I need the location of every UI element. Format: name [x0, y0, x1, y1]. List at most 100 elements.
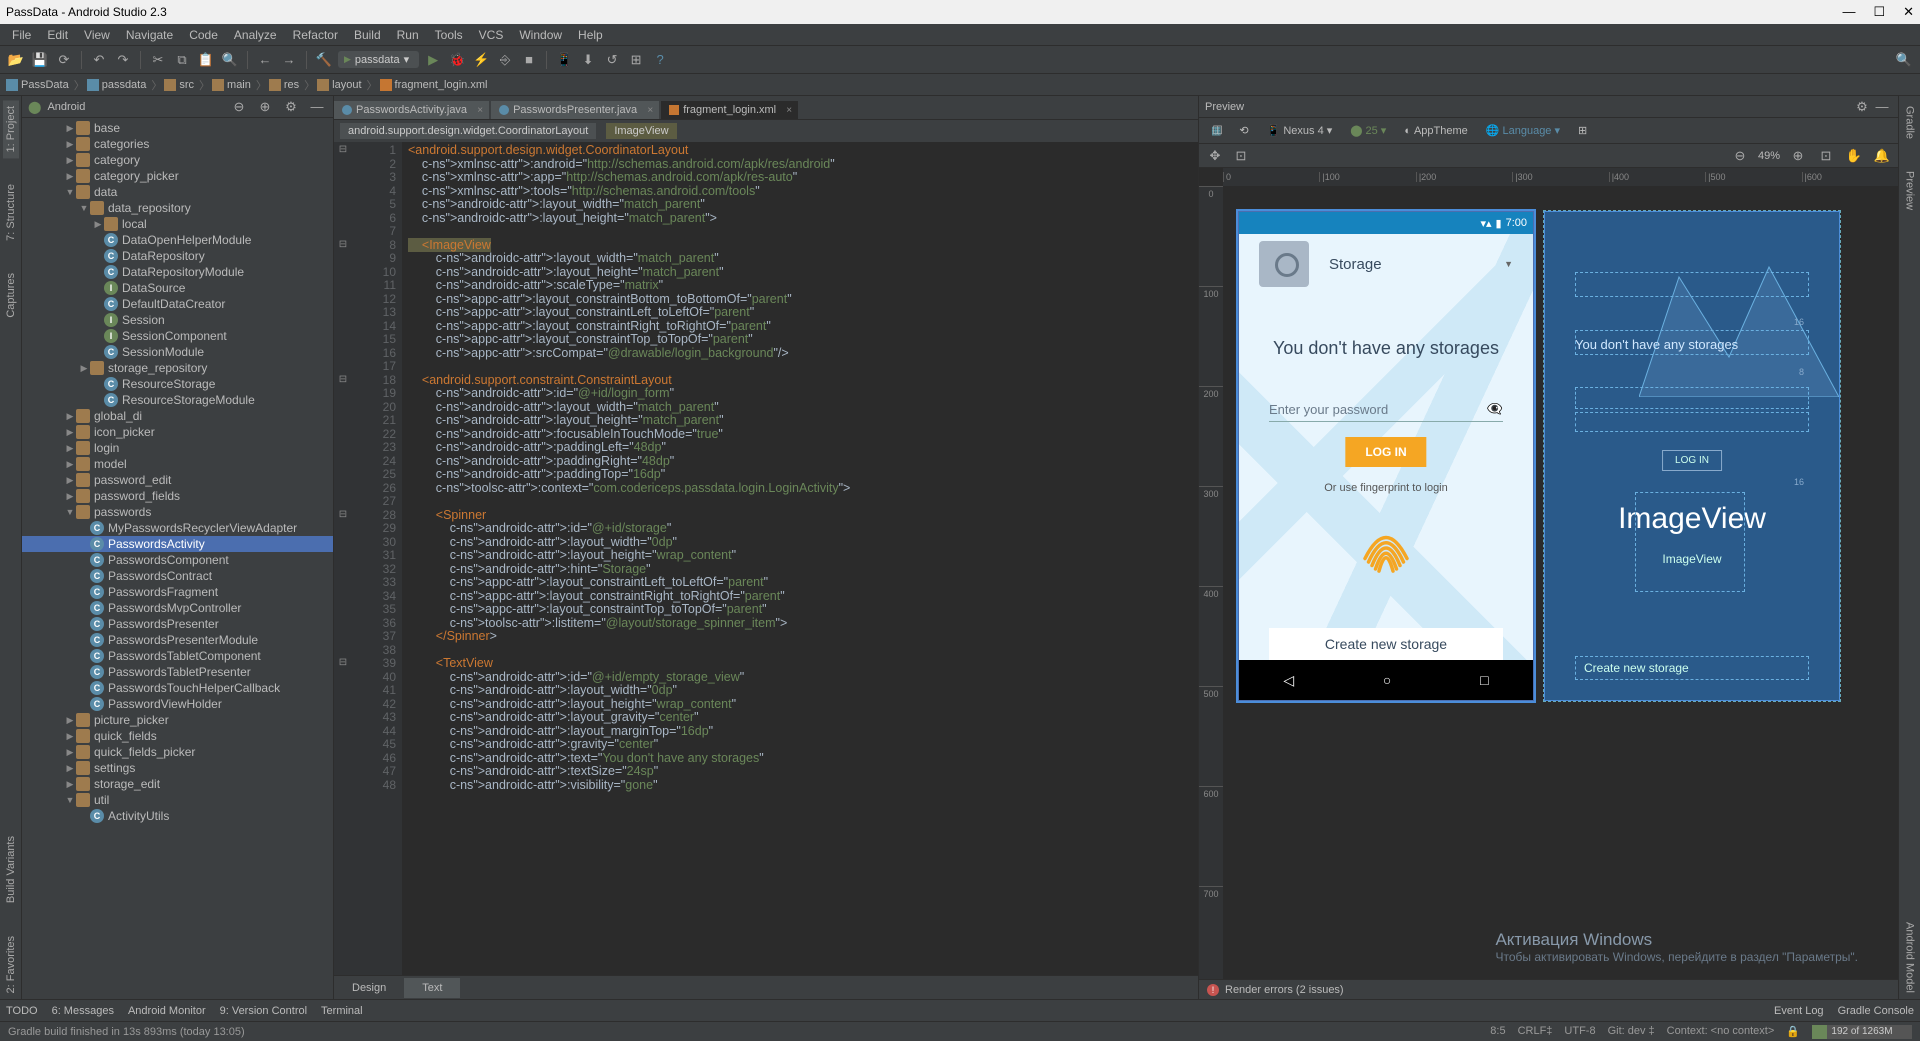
gear-icon[interactable]: ⚙: [281, 97, 301, 117]
editor-tab[interactable]: PasswordsActivity.java×: [334, 101, 489, 119]
tree-node[interactable]: ▶password_fields: [22, 488, 333, 504]
bottom-tab[interactable]: Android Monitor: [128, 1005, 206, 1017]
tree-node[interactable]: CSessionModule: [22, 344, 333, 360]
gear-icon[interactable]: ⚙: [1852, 97, 1872, 117]
breadcrumb-item[interactable]: main: [212, 77, 267, 93]
tree-node[interactable]: ▶local: [22, 216, 333, 232]
tree-node[interactable]: CPasswordsTouchHelperCallback: [22, 680, 333, 696]
bottom-tab[interactable]: 6: Messages: [52, 1005, 114, 1017]
minimize-button[interactable]: —: [1842, 4, 1855, 20]
menu-window[interactable]: Window: [511, 26, 570, 44]
viewport-icon[interactable]: ⊡: [1231, 146, 1251, 166]
run-config-dropdown[interactable]: passdata ▾: [338, 51, 419, 68]
device-dropdown[interactable]: 📱 Nexus 4 ▾: [1261, 122, 1339, 139]
nav-back-icon[interactable]: ◁: [1283, 672, 1294, 689]
warnings-icon[interactable]: 🔔: [1872, 146, 1892, 166]
api-dropdown[interactable]: ⬤ 25 ▾: [1344, 122, 1392, 139]
tree-node[interactable]: CPasswordsFragment: [22, 584, 333, 600]
breadcrumb-item[interactable]: layout: [317, 77, 377, 93]
language-dropdown[interactable]: 🌐 Language ▾: [1480, 122, 1566, 139]
collapse-icon[interactable]: ⊖: [229, 97, 249, 117]
bottom-tab[interactable]: 9: Version Control: [220, 1005, 307, 1017]
tree-node[interactable]: ISessionComponent: [22, 328, 333, 344]
tree-node[interactable]: CResourceStorage: [22, 376, 333, 392]
password-field[interactable]: Enter your password 👁‍🗨: [1269, 397, 1503, 422]
menu-file[interactable]: File: [4, 26, 39, 44]
tree-node[interactable]: ▶icon_picker: [22, 424, 333, 440]
editor-body[interactable]: ⊟⊟⊟⊟⊟ 1234567891011121314151617181920212…: [334, 142, 1198, 975]
tree-node[interactable]: IDataSource: [22, 280, 333, 296]
menu-view[interactable]: View: [76, 26, 118, 44]
tree-node[interactable]: ▼data_repository: [22, 200, 333, 216]
forward-icon[interactable]: →: [279, 50, 299, 70]
hide-icon[interactable]: —: [1872, 97, 1892, 117]
tree-node[interactable]: ▼passwords: [22, 504, 333, 520]
editor-tab[interactable]: PasswordsPresenter.java×: [491, 101, 659, 119]
nav-recent-icon[interactable]: □: [1480, 672, 1488, 688]
search-everywhere-icon[interactable]: 🔍: [1894, 50, 1914, 70]
tab-captures[interactable]: Captures: [3, 267, 19, 324]
bottom-tab[interactable]: Event Log: [1774, 1005, 1824, 1017]
hide-icon[interactable]: —: [307, 97, 327, 117]
paste-icon[interactable]: 📋: [196, 50, 216, 70]
tab-favorites[interactable]: 2: Favorites: [3, 930, 19, 999]
file-encoding[interactable]: UTF-8: [1564, 1025, 1595, 1039]
lock-icon[interactable]: 🔒: [1786, 1025, 1800, 1039]
tree-node[interactable]: CDataOpenHelperModule: [22, 232, 333, 248]
update-icon[interactable]: ↺: [602, 50, 622, 70]
undo-icon[interactable]: ↶: [89, 50, 109, 70]
nav-home-icon[interactable]: ○: [1383, 672, 1391, 688]
close-tab-icon[interactable]: ×: [786, 105, 792, 116]
pan-mode-icon[interactable]: ✋: [1844, 146, 1864, 166]
tree-node[interactable]: ▶category: [22, 152, 333, 168]
tree-node[interactable]: ▶model: [22, 456, 333, 472]
sync-icon[interactable]: ⟳: [54, 50, 74, 70]
tree-node[interactable]: ▶picture_picker: [22, 712, 333, 728]
tree-node[interactable]: CPasswordsPresenter: [22, 616, 333, 632]
tree-node[interactable]: CPasswordsComponent: [22, 552, 333, 568]
tab-project[interactable]: 1: Project: [3, 100, 19, 158]
bottom-tab[interactable]: TODO: [6, 1005, 38, 1017]
tree-node[interactable]: ▶settings: [22, 760, 333, 776]
find-icon[interactable]: 🔍: [220, 50, 240, 70]
tree-node[interactable]: ▶login: [22, 440, 333, 456]
zoom-in-icon[interactable]: ⊕: [1788, 146, 1808, 166]
line-separator[interactable]: CRLF‡: [1518, 1025, 1553, 1039]
attach-icon[interactable]: ⎆: [495, 50, 515, 70]
tree-node[interactable]: CPasswordsTabletComponent: [22, 648, 333, 664]
render-errors-bar[interactable]: ! Render errors (2 issues): [1199, 979, 1898, 999]
tree-node[interactable]: ▼util: [22, 792, 333, 808]
menu-build[interactable]: Build: [346, 26, 389, 44]
structure-icon[interactable]: ⊞: [626, 50, 646, 70]
tree-node[interactable]: ▼data: [22, 184, 333, 200]
tree-node[interactable]: ▶global_di: [22, 408, 333, 424]
create-storage-button[interactable]: Create new storage: [1269, 628, 1503, 660]
make-icon[interactable]: 🔨: [314, 50, 334, 70]
login-button[interactable]: LOG IN: [1345, 437, 1426, 467]
pan-icon[interactable]: ✥: [1205, 146, 1225, 166]
tree-node[interactable]: ▶storage_repository: [22, 360, 333, 376]
preview-device-blueprint[interactable]: 16 You don't have any storages 8 LOG IN …: [1544, 211, 1840, 701]
tab-preview[interactable]: Preview: [1902, 165, 1918, 216]
copy-icon[interactable]: ⧉: [172, 50, 192, 70]
close-tab-icon[interactable]: ×: [477, 105, 483, 116]
zoom-fit-icon[interactable]: ⊡: [1816, 146, 1836, 166]
editor-tab[interactable]: fragment_login.xml×: [661, 101, 798, 119]
tree-node[interactable]: ISession: [22, 312, 333, 328]
tree-node[interactable]: CPasswordsPresenterModule: [22, 632, 333, 648]
menu-edit[interactable]: Edit: [39, 26, 76, 44]
tab-design[interactable]: Design: [334, 978, 404, 998]
menu-run[interactable]: Run: [389, 26, 427, 44]
save-icon[interactable]: 💾: [30, 50, 50, 70]
bottom-tab[interactable]: Gradle Console: [1838, 1005, 1914, 1017]
debug-icon[interactable]: 🐞: [447, 50, 467, 70]
breadcrumb-item[interactable]: PassData: [6, 77, 85, 93]
tree-node[interactable]: CPasswordsMvpController: [22, 600, 333, 616]
palette-tab[interactable]: ◫: [1205, 122, 1230, 139]
storage-spinner[interactable]: Storage: [1329, 256, 1513, 273]
tree-node[interactable]: CResourceStorageModule: [22, 392, 333, 408]
sdk-icon[interactable]: ⬇: [578, 50, 598, 70]
tab-text[interactable]: Text: [404, 978, 460, 998]
variant-icon[interactable]: ⊞: [1572, 122, 1593, 139]
tree-node[interactable]: ▶quick_fields_picker: [22, 744, 333, 760]
